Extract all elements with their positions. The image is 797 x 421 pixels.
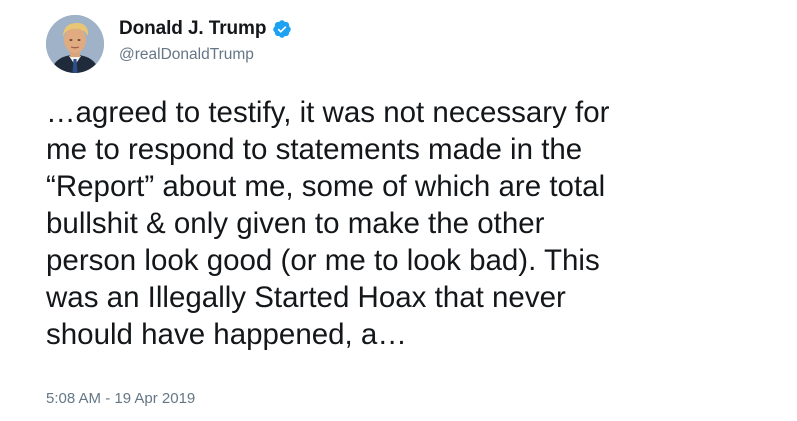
tweet-timestamp[interactable]: 5:08 AM - 19 Apr 2019	[46, 390, 195, 407]
avatar-image	[46, 15, 104, 73]
avatar[interactable]	[46, 15, 104, 73]
tweet-card: Donald J. Trump @realDonaldTrump …agreed…	[0, 0, 797, 421]
verified-badge-icon	[272, 19, 292, 39]
username-handle[interactable]: @realDonaldTrump	[119, 46, 292, 64]
tweet-text: …agreed to testify, it was not necessary…	[46, 96, 610, 351]
author-block: Donald J. Trump @realDonaldTrump	[119, 17, 292, 64]
name-row: Donald J. Trump	[119, 17, 292, 41]
display-name[interactable]: Donald J. Trump	[119, 18, 266, 40]
